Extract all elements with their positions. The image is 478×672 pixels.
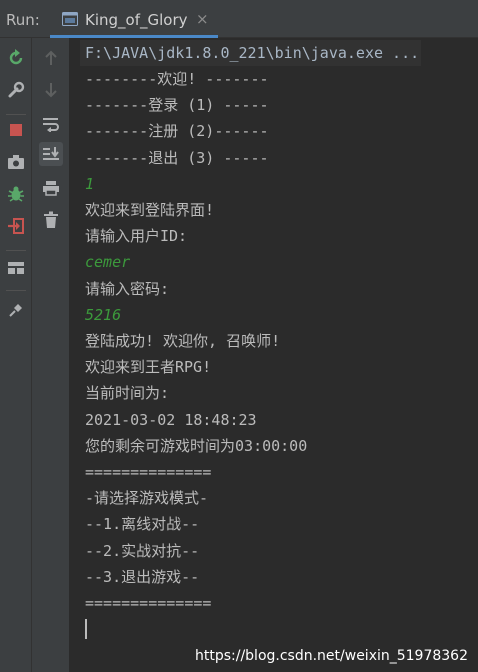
close-tab-icon[interactable]: ×	[196, 10, 209, 28]
run-header-bar: Run: King_of_Glory ×	[0, 0, 478, 38]
pin-icon[interactable]	[4, 298, 28, 322]
console-output-line: 2021-03-02 18:48:23	[85, 410, 257, 429]
wrench-icon[interactable]	[4, 78, 28, 102]
console-output-line: ==============	[85, 594, 212, 612]
console-output-line: 欢迎来到登陆界面!	[85, 201, 215, 219]
print-icon[interactable]	[39, 176, 63, 200]
run-tab-king-of-glory[interactable]: King_of_Glory ×	[50, 4, 218, 38]
console-output-line: -------退出 (3) -----	[85, 148, 269, 167]
rerun-icon[interactable]	[4, 46, 28, 70]
console-command-line: F:\JAVA\jdk1.8.0_221\bin\java.exe ...	[80, 40, 422, 66]
watermark: https://blog.csdn.net/weixin_51978362	[194, 648, 468, 664]
console-output-line: 登陆成功! 欢迎你, 召唤师!	[85, 332, 281, 350]
debug-bug-icon[interactable]	[4, 182, 28, 206]
console-output-line: --2.实战对抗--	[85, 541, 200, 560]
run-left-toolbar	[0, 38, 32, 672]
trash-icon[interactable]	[39, 208, 63, 232]
console-output-line: -------登录 (1) -----	[85, 96, 269, 115]
console-toolbar	[32, 38, 70, 672]
console-output-line: 请输入用户ID:	[85, 227, 188, 246]
text-caret	[85, 619, 87, 640]
console-output-line: 当前时间为:	[85, 384, 170, 403]
console-output-line: 您的剩余可游戏时间为03:00:00	[85, 436, 308, 455]
exit-icon[interactable]	[4, 214, 28, 238]
scroll-to-end-icon[interactable]	[39, 142, 63, 166]
console-app-icon	[62, 12, 78, 26]
stop-icon[interactable]	[4, 118, 28, 142]
console-user-input-line: 1	[85, 174, 95, 193]
console-output-line: -------注册 (2)------	[85, 122, 269, 141]
console-output-line: 欢迎来到王者RPG!	[85, 358, 212, 377]
run-label: Run:	[6, 11, 40, 29]
up-arrow-icon[interactable]	[39, 46, 63, 70]
console-output-line: --------欢迎! -------	[85, 70, 269, 88]
console-output-line: 请输入密码:	[85, 279, 170, 298]
layout-icon[interactable]	[4, 256, 28, 280]
run-tool-window: Run: King_of_Glory × F:\JAVA\jdk1.8.0_22…	[0, 0, 478, 672]
camera-icon[interactable]	[4, 150, 28, 174]
down-arrow-icon[interactable]	[39, 78, 63, 102]
console-output-line: --3.退出游戏--	[85, 567, 200, 586]
run-tab-label: King_of_Glory	[85, 11, 188, 29]
soft-wrap-icon[interactable]	[39, 112, 63, 136]
console-output-line: --1.离线对战--	[85, 515, 200, 534]
console-output[interactable]: F:\JAVA\jdk1.8.0_221\bin\java.exe ... --…	[70, 38, 478, 672]
console-output-line: ==============	[85, 463, 212, 481]
console-user-input-line: cemer	[85, 253, 131, 272]
console-user-input-line: 5216	[85, 305, 122, 324]
console-output-line: -请选择游戏模式-	[85, 489, 209, 508]
